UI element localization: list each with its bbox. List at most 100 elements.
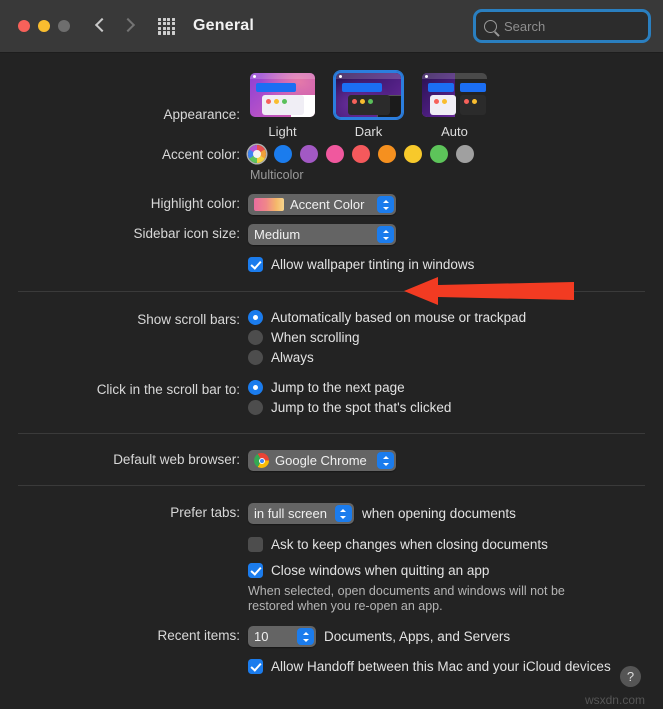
search-icon <box>484 19 497 33</box>
scroll-click-row: Click in the scroll bar to: Jump to the … <box>0 380 663 420</box>
accent-swatch-graphite[interactable] <box>456 145 474 163</box>
window-preview-dark <box>460 95 486 115</box>
scrollbar-option-auto[interactable]: Automatically based on mouse or trackpad <box>248 310 663 325</box>
divider-3 <box>18 485 645 486</box>
default-browser-value: Google Chrome <box>275 453 367 468</box>
menubar-preview <box>422 73 487 79</box>
recent-items-value: 10 <box>254 629 269 644</box>
close-windows-row: Close windows when quitting an app When … <box>0 562 663 614</box>
close-windows-checkbox-row[interactable]: Close windows when quitting an app <box>248 562 663 579</box>
chevron-updown-icon[interactable] <box>377 452 394 469</box>
prefer-tabs-value: in full screen <box>254 506 327 521</box>
chevron-updown-icon[interactable] <box>297 628 314 645</box>
menubar-preview <box>336 73 401 79</box>
scrollclick-option-next-page[interactable]: Jump to the next page <box>248 380 663 395</box>
ask-keep-changes-checkbox[interactable] <box>248 537 263 552</box>
close-button[interactable] <box>18 20 30 32</box>
scrollclick-radio-next-page[interactable] <box>248 380 263 395</box>
chevron-right-icon <box>123 17 134 35</box>
scrollbar-label-always: Always <box>271 350 314 365</box>
preferences-content: Appearance: Light Dark Auto Accent color… <box>0 53 663 709</box>
scroll-click-label: Click in the scroll bar to: <box>96 382 240 397</box>
accent-color-label: Accent color: <box>161 147 240 162</box>
chevron-updown-icon[interactable] <box>377 196 394 213</box>
scrollclick-radio-spot-clicked[interactable] <box>248 400 263 415</box>
sidebar-icon-size-value: Medium <box>254 227 301 242</box>
recent-items-popup[interactable]: 10 <box>248 626 316 647</box>
appearance-thumb-light[interactable] <box>248 71 317 119</box>
accent-color-swatches <box>248 145 663 163</box>
default-browser-popup[interactable]: Google Chrome <box>248 450 396 471</box>
accent-swatch-blue[interactable] <box>274 145 292 163</box>
window-preview-light <box>430 95 456 115</box>
scrollbar-radio-auto[interactable] <box>248 310 263 325</box>
prefer-tabs-popup[interactable]: in full screen <box>248 503 354 524</box>
wallpaper-tinting-checkbox[interactable] <box>248 257 263 272</box>
scrollclick-option-spot-clicked[interactable]: Jump to the spot that's clicked <box>248 400 663 415</box>
accent-swatch-yellow[interactable] <box>404 145 422 163</box>
selection-bar-preview <box>428 83 454 92</box>
highlight-color-row: Highlight color: Accent Color <box>0 194 663 215</box>
accent-swatch-pink[interactable] <box>326 145 344 163</box>
scrollbar-option-when-scrolling[interactable]: When scrolling <box>248 330 663 345</box>
scrollclick-label-spot-clicked: Jump to the spot that's clicked <box>271 400 452 415</box>
grid-apps-icon[interactable] <box>158 17 175 35</box>
search-field[interactable] <box>473 9 651 43</box>
sidebar-icon-size-popup[interactable]: Medium <box>248 224 396 245</box>
highlight-gradient-swatch <box>254 198 284 211</box>
appearance-label-light: Light <box>268 124 297 139</box>
accent-swatch-purple[interactable] <box>300 145 318 163</box>
prefer-tabs-label: Prefer tabs: <box>170 505 240 520</box>
page-title: General <box>193 17 254 34</box>
watermark: wsxdn.com <box>584 693 645 707</box>
search-input[interactable] <box>504 18 640 34</box>
appearance-option-dark[interactable]: Dark <box>334 71 403 139</box>
accent-swatch-orange[interactable] <box>378 145 396 163</box>
handoff-checkbox[interactable] <box>248 659 263 674</box>
highlight-color-label: Highlight color: <box>150 196 240 211</box>
appearance-option-auto[interactable]: Auto <box>420 71 489 139</box>
accent-selected-caption: Multicolor <box>250 168 304 182</box>
scrollbar-radio-when-scrolling[interactable] <box>248 330 263 345</box>
scroll-bars-label: Show scroll bars: <box>137 312 240 327</box>
sidebar-icon-size-label: Sidebar icon size: <box>133 226 240 241</box>
handoff-checkbox-row[interactable]: Allow Handoff between this Mac and your … <box>248 658 663 675</box>
selection-bar-preview <box>342 83 382 92</box>
chevron-updown-icon[interactable] <box>377 226 394 243</box>
close-windows-checkbox[interactable] <box>248 563 263 578</box>
wallpaper-tinting-checkbox-row[interactable]: Allow wallpaper tinting in windows <box>248 256 663 273</box>
appearance-thumb-dark[interactable] <box>334 71 403 119</box>
accent-swatch-multicolor[interactable] <box>248 145 266 163</box>
window-preview <box>262 95 304 115</box>
navigation-arrows <box>96 17 134 35</box>
appearance-option-light[interactable]: Light <box>248 71 317 139</box>
chevron-updown-icon[interactable] <box>334 505 352 522</box>
window-titlebar: General <box>0 0 663 53</box>
divider-2 <box>18 433 645 434</box>
zoom-button <box>58 20 70 32</box>
scrollclick-label-next-page: Jump to the next page <box>271 380 405 395</box>
sidebar-icon-size-row: Sidebar icon size: Medium <box>0 224 663 245</box>
chevron-left-icon[interactable] <box>96 17 107 35</box>
ask-keep-changes-checkbox-row[interactable]: Ask to keep changes when closing documen… <box>248 536 663 553</box>
selection-bar-preview-2 <box>460 83 486 92</box>
help-button[interactable]: ? <box>620 666 641 687</box>
prefer-tabs-suffix: when opening documents <box>361 506 516 521</box>
appearance-thumb-auto[interactable] <box>420 71 489 119</box>
accent-swatch-red[interactable] <box>352 145 370 163</box>
annotation-arrow <box>404 277 574 305</box>
scrollbar-label-when-scrolling: When scrolling <box>271 330 360 345</box>
system-preferences-general-window: General Appearance: <box>0 0 663 709</box>
scrollbar-option-always[interactable]: Always <box>248 350 663 365</box>
menubar-preview <box>250 73 315 79</box>
ask-keep-changes-row: Ask to keep changes when closing documen… <box>0 536 663 553</box>
recent-items-suffix: Documents, Apps, and Servers <box>324 629 511 644</box>
scrollbar-radio-always[interactable] <box>248 350 263 365</box>
recent-items-row: Recent items: 10 Documents, Apps, and Se… <box>0 626 663 647</box>
highlight-color-popup[interactable]: Accent Color <box>248 194 396 215</box>
minimize-button[interactable] <box>38 20 50 32</box>
accent-swatch-green[interactable] <box>430 145 448 163</box>
recent-items-label: Recent items: <box>157 628 240 643</box>
appearance-label-dark: Dark <box>354 124 383 139</box>
traffic-lights <box>18 20 70 32</box>
